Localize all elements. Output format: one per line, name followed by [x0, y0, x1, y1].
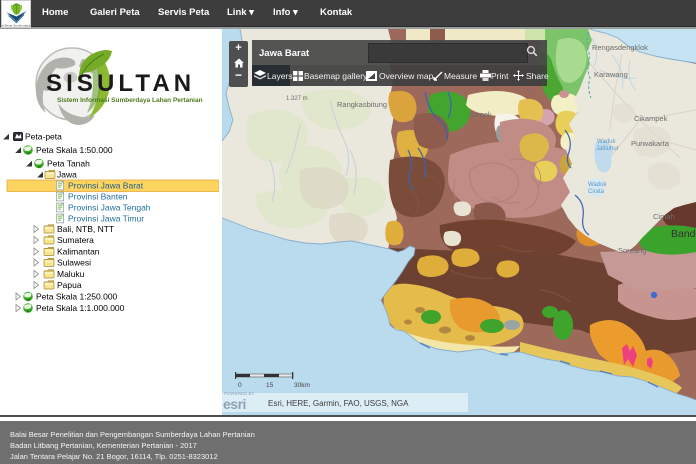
svg-text:Soreang: Soreang	[618, 246, 646, 255]
svg-text:SISULTAN: SISULTAN	[46, 70, 195, 97]
svg-text:Peta-peta: Peta-peta	[25, 132, 62, 142]
svg-text:1.327 m: 1.327 m	[286, 96, 308, 102]
svg-text:Provinsi Jawa Timur: Provinsi Jawa Timur	[68, 214, 144, 224]
svg-text:0: 0	[238, 382, 242, 389]
svg-text:Cikampek: Cikampek	[634, 114, 668, 123]
svg-text:Purwakarta: Purwakarta	[631, 139, 670, 148]
svg-text:Kalimantan: Kalimantan	[57, 247, 100, 257]
svg-text:Karawang: Karawang	[594, 70, 628, 79]
svg-text:Bali, NTB, NTT: Bali, NTB, NTT	[57, 224, 114, 234]
svg-text:Provinsi Jawa Barat: Provinsi Jawa Barat	[68, 181, 144, 191]
svg-text:Waduk: Waduk	[588, 182, 607, 188]
svg-text:Rengasdengklok: Rengasdengklok	[592, 43, 648, 52]
svg-text:Peta Skala 1:1.000.000: Peta Skala 1:1.000.000	[36, 303, 125, 313]
svg-text:Sumatera: Sumatera	[57, 235, 94, 245]
svg-text:15: 15	[266, 382, 274, 389]
svg-text:Waduk: Waduk	[597, 139, 616, 145]
svg-text:Balai Besar Sumberdaya LP: Balai Besar Sumberdaya LP	[2, 24, 30, 28]
svg-text:Jatiluhur: Jatiluhur	[596, 146, 619, 152]
svg-text:Jawa: Jawa	[57, 170, 77, 180]
svg-text:Cimah: Cimah	[653, 212, 675, 221]
svg-text:esri: esri	[223, 396, 246, 412]
svg-text:Bandung: Bandung	[671, 228, 696, 240]
svg-text:Peta Tanah: Peta Tanah	[47, 159, 90, 169]
svg-text:Esri, HERE, Garmin, FAO, USGS,: Esri, HERE, Garmin, FAO, USGS, NGA	[268, 399, 409, 408]
svg-text:Cirata: Cirata	[588, 189, 605, 195]
svg-text:Provinsi Banten: Provinsi Banten	[68, 192, 128, 202]
svg-text:Peta Skala 1:250.000: Peta Skala 1:250.000	[36, 292, 118, 302]
svg-text:Maluku: Maluku	[57, 269, 85, 279]
svg-text:Papua: Papua	[57, 280, 82, 290]
svg-text:Depok: Depok	[470, 110, 492, 119]
svg-text:Rangkasbitung: Rangkasbitung	[337, 100, 387, 109]
svg-text:Peta Skala 1:50.000: Peta Skala 1:50.000	[36, 145, 113, 155]
svg-text:Sulawesi: Sulawesi	[57, 258, 91, 268]
svg-text:30km: 30km	[294, 382, 310, 389]
svg-text:Sistem Informasi Sumberdaya La: Sistem Informasi Sumberdaya Lahan Pertan…	[57, 97, 203, 104]
svg-text:Provinsi Jawa Tengah: Provinsi Jawa Tengah	[68, 203, 151, 213]
